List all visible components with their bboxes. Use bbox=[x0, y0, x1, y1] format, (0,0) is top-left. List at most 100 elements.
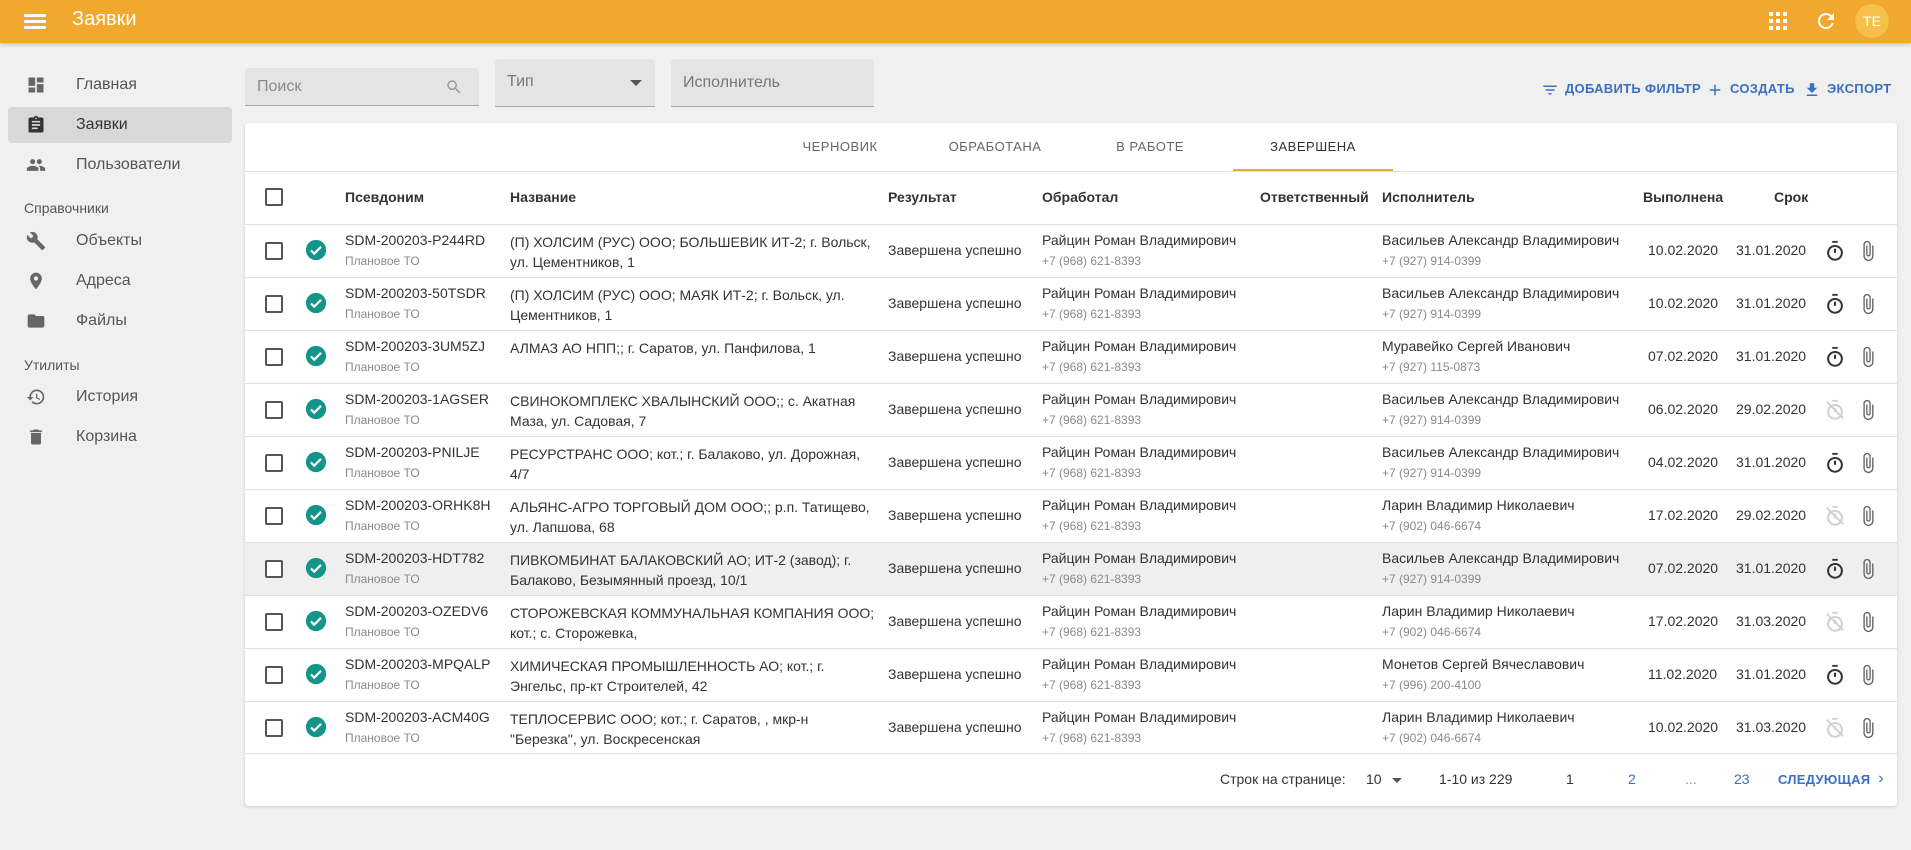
attachment-icon[interactable] bbox=[1857, 663, 1879, 687]
row-executor-phone: +7 (927) 914-0399 bbox=[1382, 466, 1482, 480]
row-type: Плановое ТО bbox=[345, 360, 420, 374]
attachment-icon[interactable] bbox=[1857, 610, 1879, 634]
row-checkbox[interactable] bbox=[265, 666, 283, 684]
row-processed-phone: +7 (968) 621-8393 bbox=[1042, 519, 1142, 533]
status-success-icon bbox=[305, 398, 327, 420]
menu-icon[interactable] bbox=[24, 10, 46, 32]
row-done-date: 10.02.2020 bbox=[1648, 719, 1719, 735]
refresh-icon[interactable] bbox=[1814, 9, 1838, 33]
row-checkbox[interactable] bbox=[265, 454, 283, 472]
executor-input[interactable] bbox=[683, 72, 863, 94]
table-row[interactable]: SDM-200203-MPQALP Плановое ТО ХИМИЧЕСКАЯ П… bbox=[245, 648, 1897, 701]
sidebar-item-objects[interactable]: Объекты bbox=[8, 223, 232, 259]
row-result: Завершена успешно bbox=[888, 507, 1022, 523]
table-row[interactable]: SDM-200203-OZEDV6 Плановое ТО СТОРОЖЕВСКАЯ… bbox=[245, 595, 1897, 648]
tab-in-progress[interactable]: В РАБОТЕ bbox=[1090, 123, 1210, 171]
attachment-icon[interactable] bbox=[1857, 504, 1879, 528]
type-select[interactable]: Тип bbox=[495, 59, 655, 107]
row-due-date: 29.02.2020 bbox=[1736, 401, 1807, 417]
row-checkbox[interactable] bbox=[265, 242, 283, 260]
column-header-responsible[interactable]: Ответственный bbox=[1260, 189, 1369, 205]
column-header-alias[interactable]: Псевдоним bbox=[345, 189, 424, 205]
page-1-button[interactable]: 1 bbox=[1566, 771, 1574, 787]
timer-icon[interactable] bbox=[1824, 664, 1846, 686]
row-processed-phone: +7 (968) 621-8393 bbox=[1042, 413, 1142, 427]
select-all-checkbox[interactable] bbox=[265, 188, 283, 206]
row-due-date: 31.01.2020 bbox=[1736, 348, 1807, 364]
sidebar-item-label: Объекты bbox=[76, 232, 142, 249]
user-avatar[interactable]: TE bbox=[1855, 4, 1889, 38]
create-label: СОЗДАТЬ bbox=[1730, 81, 1795, 96]
row-checkbox[interactable] bbox=[265, 295, 283, 313]
table-row[interactable]: SDM-200203-HDT782 Плановое ТО ПИВКОМБИНАТ … bbox=[245, 542, 1897, 595]
sidebar-item-trash[interactable]: Корзина bbox=[8, 419, 232, 455]
row-checkbox[interactable] bbox=[265, 719, 283, 737]
location-pin-icon bbox=[30, 272, 42, 290]
timer-icon[interactable] bbox=[1824, 399, 1846, 421]
column-header-done[interactable]: Выполнена bbox=[1643, 189, 1723, 205]
row-checkbox[interactable] bbox=[265, 613, 283, 631]
rows-per-page-select[interactable]: 10 bbox=[1366, 771, 1406, 791]
row-name: (П) ХОЛСИМ (РУС) ООО; БОЛЬШЕВИК ИТ-2; г.… bbox=[510, 234, 871, 270]
column-header-due[interactable]: Срок bbox=[1774, 189, 1808, 205]
column-header-executor[interactable]: Исполнитель bbox=[1382, 189, 1475, 205]
row-executor: Васильев Александр Владимирович bbox=[1382, 391, 1620, 407]
row-processed-by: Райцин Роман Владимирович bbox=[1042, 232, 1237, 248]
sidebar-item-users[interactable]: Пользователи bbox=[8, 147, 232, 183]
timer-icon[interactable] bbox=[1824, 611, 1846, 633]
timer-icon[interactable] bbox=[1824, 293, 1846, 315]
table-row[interactable]: SDM-200203-PNILJE Плановое ТО РЕСУРСТРАНС … bbox=[245, 436, 1897, 489]
row-processed-phone: +7 (968) 621-8393 bbox=[1042, 572, 1142, 586]
row-executor-phone: +7 (927) 914-0399 bbox=[1382, 413, 1482, 427]
attachment-icon[interactable] bbox=[1857, 716, 1879, 740]
sidebar-item-files[interactable]: Файлы bbox=[8, 303, 232, 339]
search-input[interactable] bbox=[257, 76, 437, 98]
timer-icon[interactable] bbox=[1824, 452, 1846, 474]
row-executor: Васильев Александр Владимирович bbox=[1382, 550, 1620, 566]
apps-grid-icon[interactable] bbox=[1766, 9, 1790, 33]
tab-draft[interactable]: ЧЕРНОВИК bbox=[780, 123, 900, 171]
tab-completed[interactable]: ЗАВЕРШЕНА bbox=[1233, 123, 1393, 171]
search-icon[interactable] bbox=[445, 78, 463, 96]
sidebar-item-history[interactable]: История bbox=[8, 379, 232, 415]
page-2-button[interactable]: 2 bbox=[1628, 771, 1636, 787]
timer-icon[interactable] bbox=[1824, 346, 1846, 368]
table-row[interactable]: SDM-200203-50TSDR Плановое ТО (П) ХОЛСИМ (… bbox=[245, 277, 1897, 330]
timer-icon[interactable] bbox=[1824, 558, 1846, 580]
timer-icon[interactable] bbox=[1824, 505, 1846, 527]
attachment-icon[interactable] bbox=[1857, 292, 1879, 316]
attachment-icon[interactable] bbox=[1857, 345, 1879, 369]
row-checkbox[interactable] bbox=[265, 401, 283, 419]
sidebar-item-requests[interactable]: Заявки bbox=[8, 107, 232, 143]
row-result: Завершена успешно bbox=[888, 454, 1022, 470]
next-page-button[interactable]: СЛЕДУЮЩАЯ bbox=[1778, 772, 1888, 787]
table-row[interactable]: SDM-200203-ORHK8H Плановое ТО АЛЬЯНС-АГРО … bbox=[245, 489, 1897, 542]
dashboard-icon bbox=[28, 77, 44, 93]
attachment-icon[interactable] bbox=[1857, 239, 1879, 263]
attachment-icon[interactable] bbox=[1857, 398, 1879, 422]
timer-icon[interactable] bbox=[1824, 717, 1846, 739]
row-done-date: 17.02.2020 bbox=[1648, 613, 1719, 629]
row-checkbox[interactable] bbox=[265, 507, 283, 525]
sidebar-item-addresses[interactable]: Адреса bbox=[8, 263, 232, 299]
table-row[interactable]: SDM-200203-3UM5ZJ Плановое ТО АЛМАЗ АО НПП… bbox=[245, 330, 1897, 383]
page-23-button[interactable]: 23 bbox=[1734, 771, 1750, 787]
table-row[interactable]: SDM-200203-P244RD Плановое ТО (П) ХОЛСИМ (… bbox=[245, 224, 1897, 277]
row-checkbox[interactable] bbox=[265, 348, 283, 366]
column-header-result[interactable]: Результат bbox=[888, 189, 957, 205]
sidebar-item-home[interactable]: Главная bbox=[8, 67, 232, 103]
row-checkbox[interactable] bbox=[265, 560, 283, 578]
tab-processed[interactable]: ОБРАБОТАНА bbox=[930, 123, 1060, 171]
attachment-icon[interactable] bbox=[1857, 451, 1879, 475]
row-result: Завершена успешно bbox=[888, 666, 1022, 682]
table-row[interactable]: SDM-200203-ACM40G Плановое ТО ТЕПЛОСЕРВИС … bbox=[245, 701, 1897, 754]
row-executor: Монетов Сергей Вячеславович bbox=[1382, 656, 1585, 672]
attachment-icon[interactable] bbox=[1857, 557, 1879, 581]
wrench-icon bbox=[26, 231, 46, 251]
status-success-icon bbox=[305, 663, 327, 685]
timer-icon[interactable] bbox=[1824, 240, 1846, 262]
table-row[interactable]: SDM-200203-1AGSER Плановое ТО СВИНОКОМПЛЕК… bbox=[245, 383, 1897, 436]
column-header-processed[interactable]: Обработал bbox=[1042, 189, 1118, 205]
status-success-icon bbox=[305, 504, 327, 526]
column-header-name[interactable]: Название bbox=[510, 189, 576, 205]
